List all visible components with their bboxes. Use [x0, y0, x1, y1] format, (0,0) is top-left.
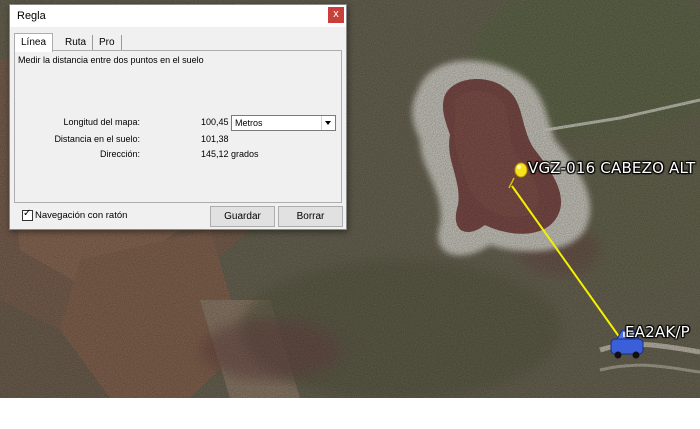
close-icon: x [333, 8, 339, 20]
tab-panel-linea: Medir la distancia entre dos puntos en e… [14, 50, 342, 203]
save-button[interactable]: Guardar [210, 206, 275, 227]
ground-distance-value: 101,38 [201, 134, 229, 144]
map-length-label: Longitud del mapa: [63, 117, 140, 127]
dialog-titlebar[interactable]: Regla x [10, 5, 346, 27]
tab-ruta[interactable]: Ruta [59, 35, 94, 50]
placemark-label[interactable]: VGZ-016 CABEZO ALT [528, 159, 695, 177]
dialog-body: Línea Ruta Pro Medir la distancia entre … [10, 27, 346, 229]
direction-label: Dirección: [99, 149, 140, 159]
mouse-navigation-label[interactable]: Navegación con ratón [35, 210, 127, 221]
vehicle-label[interactable]: EA2AK/P [625, 323, 690, 341]
map-length-value: 100,45 [201, 117, 229, 127]
unit-dropdown[interactable]: Metros [231, 115, 336, 131]
ground-distance-label: Distancia en el suelo: [54, 134, 140, 144]
close-button[interactable]: x [328, 7, 344, 23]
unit-dropdown-value: Metros [235, 118, 263, 128]
tab-pro[interactable]: Pro [93, 35, 122, 50]
tab-linea[interactable]: Línea [14, 33, 54, 52]
ruler-dialog: Regla x Línea Ruta Pro Medir la distanci… [9, 4, 347, 230]
clear-button[interactable]: Borrar [278, 206, 343, 227]
dialog-title: Regla [17, 10, 46, 22]
chevron-down-icon[interactable] [321, 116, 335, 130]
direction-value: 145,12 grados [201, 149, 259, 159]
checkmark-icon: ✓ [23, 208, 32, 219]
description-text: Medir la distancia entre dos puntos en e… [18, 55, 204, 65]
mouse-navigation-checkbox[interactable]: ✓ [22, 208, 33, 221]
